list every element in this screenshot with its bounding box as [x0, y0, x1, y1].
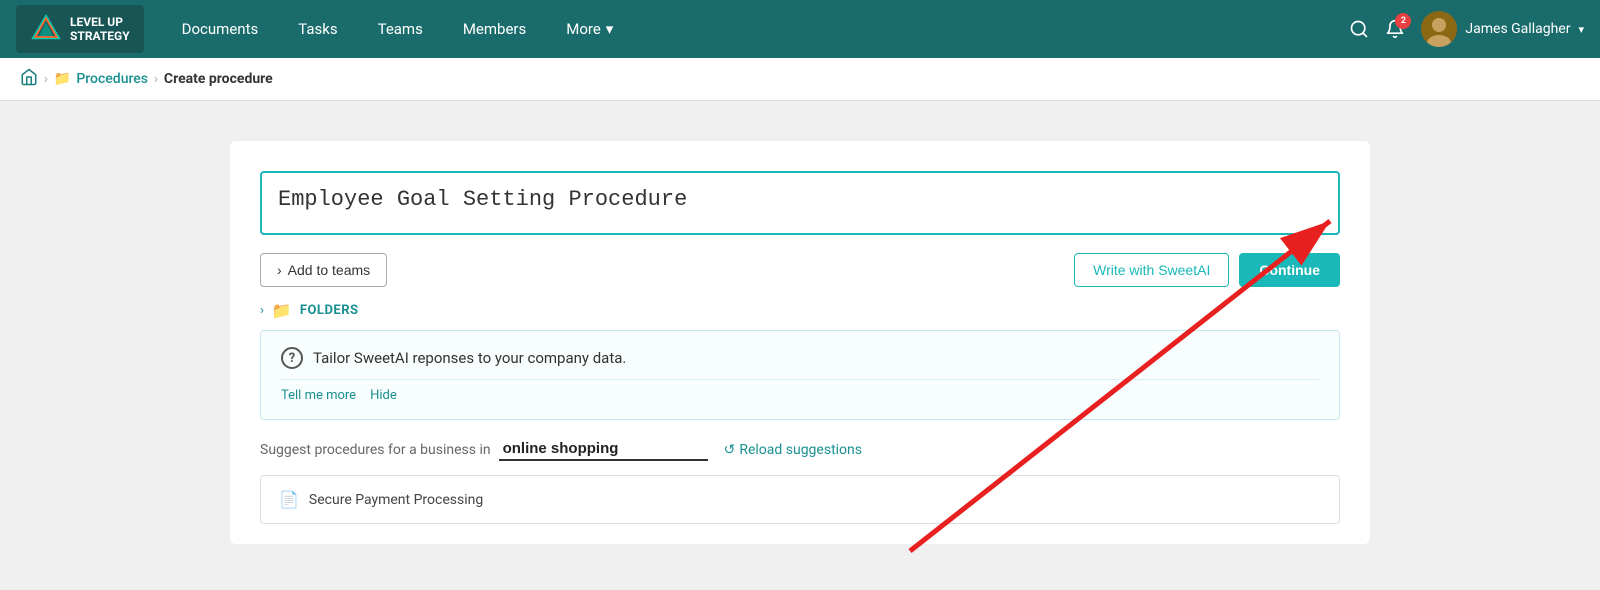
- folder-icon-teal: 📁: [272, 301, 292, 320]
- info-icon: ?: [281, 347, 303, 369]
- tell-me-more-link[interactable]: Tell me more: [281, 388, 356, 403]
- document-icon: 📄: [279, 490, 299, 509]
- folder-icon: 📁: [54, 71, 71, 87]
- main-content: › Add to teams Write with SweetAI Contin…: [0, 101, 1600, 590]
- user-name: James Gallagher: [1465, 21, 1570, 37]
- sweetai-banner-links: Tell me more Hide: [281, 379, 1319, 403]
- chevron-down-icon: ▾: [606, 20, 614, 38]
- folders-row[interactable]: › 📁 FOLDERS: [260, 301, 1340, 320]
- breadcrumb-sep-1: ›: [44, 72, 48, 87]
- procedure-item[interactable]: 📄 Secure Payment Processing: [260, 475, 1340, 524]
- nav-members[interactable]: Members: [445, 12, 544, 46]
- nav-more[interactable]: More ▾: [548, 12, 631, 46]
- breadcrumb-procedures[interactable]: 📁 Procedures: [54, 71, 148, 87]
- procedure-item-label: Secure Payment Processing: [309, 492, 483, 508]
- sweetai-banner-top: ? Tailor SweetAI reponses to your compan…: [281, 347, 1319, 369]
- user-avatar: [1421, 11, 1457, 47]
- form-actions: › Add to teams Write with SweetAI Contin…: [260, 253, 1340, 287]
- breadcrumb-sep-2: ›: [154, 72, 158, 87]
- suggest-prefix-text: Suggest procedures for a business in: [260, 442, 491, 458]
- form-container: › Add to teams Write with SweetAI Contin…: [230, 141, 1370, 544]
- write-sweetai-button[interactable]: Write with SweetAI: [1074, 253, 1229, 287]
- nav-documents[interactable]: Documents: [164, 12, 277, 46]
- add-to-teams-button[interactable]: › Add to teams: [260, 253, 387, 287]
- suggest-row: Suggest procedures for a business in ↺ R…: [260, 438, 1340, 461]
- nav-right: 2 James Gallagher ▾: [1349, 11, 1584, 47]
- nav-tasks[interactable]: Tasks: [280, 12, 355, 46]
- user-chevron-icon: ▾: [1578, 23, 1584, 36]
- nav-links: Documents Tasks Teams Members More ▾: [164, 12, 1350, 46]
- logo-text: level up strategy: [70, 15, 130, 44]
- logo[interactable]: level up strategy: [16, 5, 144, 53]
- chevron-right-icon-folders: ›: [260, 303, 264, 318]
- nav-teams[interactable]: Teams: [360, 12, 441, 46]
- hide-link[interactable]: Hide: [370, 388, 397, 403]
- breadcrumb: › 📁 Procedures › Create procedure: [0, 58, 1600, 101]
- sweetai-banner: ? Tailor SweetAI reponses to your compan…: [260, 330, 1340, 420]
- sweetai-banner-text: Tailor SweetAI reponses to your company …: [313, 349, 626, 367]
- navbar: level up strategy Documents Tasks Teams …: [0, 0, 1600, 58]
- reload-icon: ↺: [724, 442, 736, 458]
- suggest-business-input[interactable]: [499, 438, 708, 461]
- primary-actions: Write with SweetAI Continue: [1074, 253, 1340, 287]
- notification-badge: 2: [1395, 13, 1411, 29]
- folders-label: FOLDERS: [300, 303, 359, 318]
- form-wrapper: › Add to teams Write with SweetAI Contin…: [230, 141, 1370, 544]
- continue-button[interactable]: Continue: [1239, 253, 1340, 287]
- search-button[interactable]: [1349, 19, 1369, 39]
- notification-button[interactable]: 2: [1385, 19, 1405, 39]
- reload-suggestions-link[interactable]: ↺ Reload suggestions: [724, 442, 862, 458]
- breadcrumb-home[interactable]: [20, 68, 38, 90]
- procedure-title-input[interactable]: [260, 171, 1340, 235]
- chevron-right-icon: ›: [277, 262, 282, 278]
- user-menu[interactable]: James Gallagher ▾: [1421, 11, 1584, 47]
- breadcrumb-current: Create procedure: [164, 71, 273, 87]
